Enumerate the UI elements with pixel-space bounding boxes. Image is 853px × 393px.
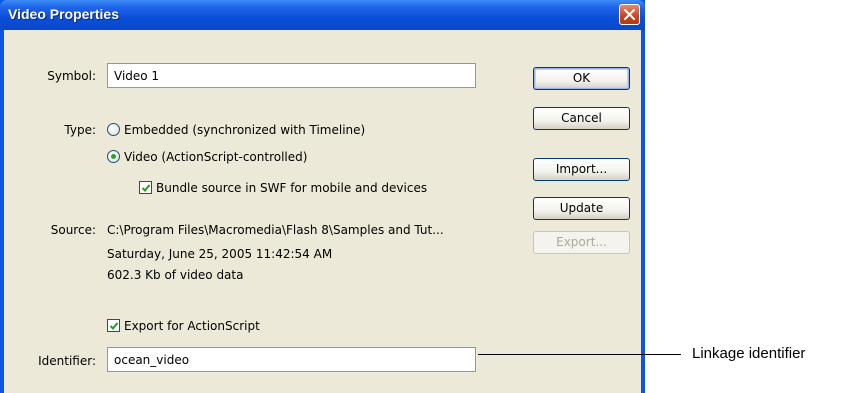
title-bar[interactable]: Video Properties bbox=[0, 0, 645, 30]
update-button[interactable]: Update bbox=[533, 197, 630, 220]
export-button: Export... bbox=[533, 231, 630, 254]
type-label: Type: bbox=[64, 123, 96, 137]
video-radio-label: Video (ActionScript-controlled) bbox=[124, 150, 308, 164]
radio-selected-dot bbox=[111, 154, 116, 159]
embedded-radio[interactable] bbox=[107, 123, 120, 136]
embedded-radio-label: Embedded (synchronized with Timeline) bbox=[124, 123, 366, 137]
source-label: Source: bbox=[50, 223, 96, 237]
source-size: 602.3 Kb of video data bbox=[107, 268, 244, 282]
dialog-title: Video Properties bbox=[8, 6, 120, 22]
identifier-label: Identifier: bbox=[38, 354, 96, 368]
symbol-input[interactable]: Video 1 bbox=[107, 63, 476, 88]
source-date: Saturday, June 25, 2005 11:42:54 AM bbox=[107, 247, 333, 261]
video-radio[interactable] bbox=[107, 150, 120, 163]
identifier-input[interactable]: ocean_video bbox=[107, 347, 476, 372]
callout-line bbox=[478, 354, 681, 355]
source-path: C:\Program Files\Macromedia\Flash 8\Samp… bbox=[107, 223, 444, 237]
dialog-client-area: Symbol: Video 1 Type: Embedded (synchron… bbox=[4, 30, 641, 393]
export-actionscript-checkbox[interactable] bbox=[107, 319, 120, 332]
import-button[interactable]: Import... bbox=[533, 158, 630, 181]
bundle-source-label: Bundle source in SWF for mobile and devi… bbox=[156, 181, 428, 195]
close-button[interactable] bbox=[619, 4, 640, 25]
ok-button[interactable]: OK bbox=[533, 67, 630, 90]
symbol-label: Symbol: bbox=[47, 69, 96, 83]
video-properties-dialog: Video Properties Symbol: Video 1 Type: E… bbox=[0, 0, 645, 393]
bundle-source-checkbox[interactable] bbox=[139, 181, 152, 194]
cancel-button[interactable]: Cancel bbox=[533, 107, 630, 130]
export-actionscript-label: Export for ActionScript bbox=[124, 319, 260, 333]
callout-label: Linkage identifier bbox=[692, 345, 806, 362]
